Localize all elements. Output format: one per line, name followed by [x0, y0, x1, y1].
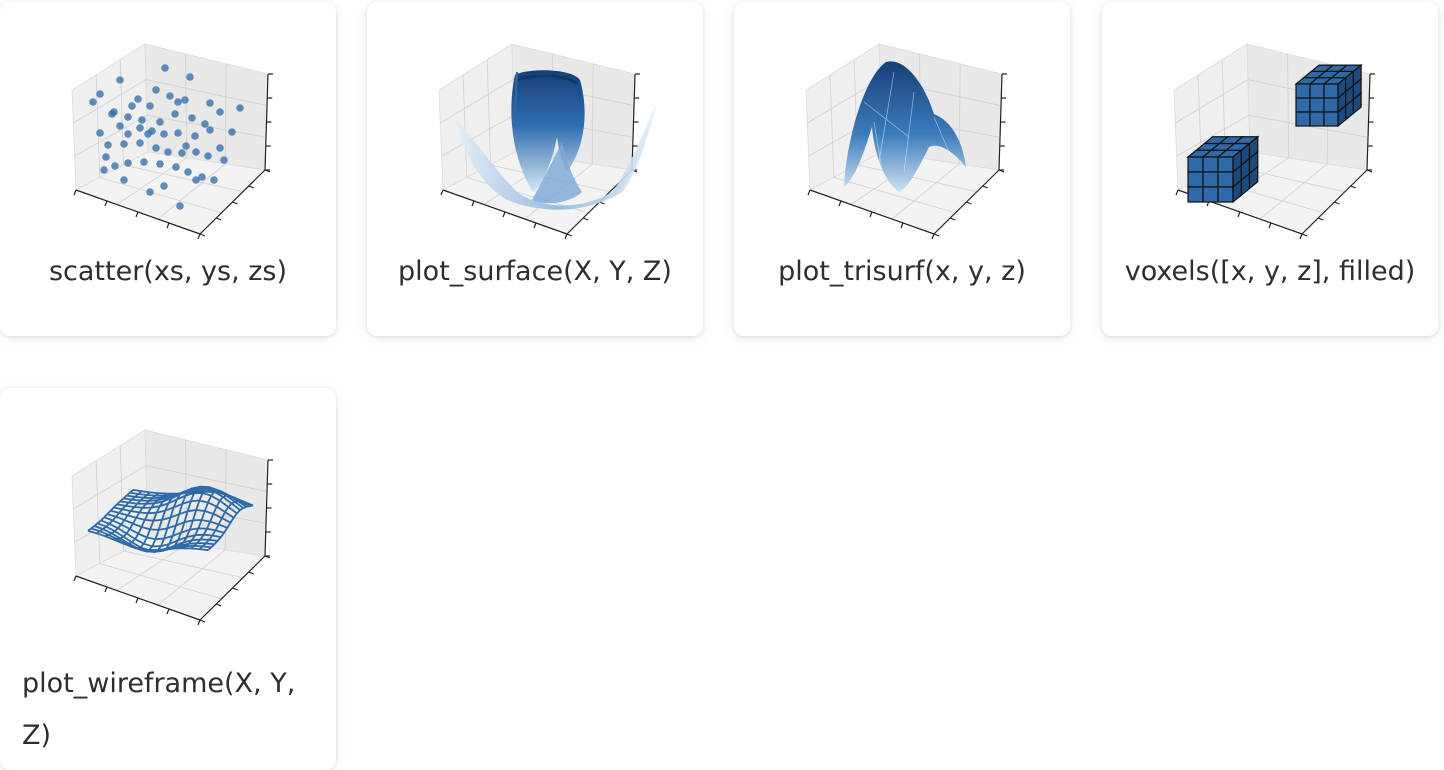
- scatter-point: [160, 130, 168, 138]
- card-caption: plot_trisurf(x, y, z): [778, 256, 1026, 287]
- scatter-point: [172, 163, 180, 171]
- wireframe-3d-thumbnail: [71, 429, 273, 626]
- card-caption: plot_surface(X, Y, Z): [398, 256, 672, 287]
- scatter-point: [171, 110, 179, 118]
- scatter-point: [188, 114, 196, 122]
- scatter-point: [152, 86, 160, 94]
- scatter-point: [124, 130, 132, 138]
- scatter-point: [140, 158, 148, 166]
- scatter-point: [216, 144, 224, 152]
- gallery-card-wireframe[interactable]: plot_wireframe(X, Y, Z): [0, 388, 336, 770]
- surface-3d-thumbnail: [438, 43, 657, 240]
- scatter-point: [174, 98, 182, 106]
- scatter-point: [192, 176, 200, 184]
- scatter-point: [216, 108, 224, 116]
- scatter-point: [186, 73, 194, 81]
- scatter-point: [124, 113, 132, 121]
- scatter-point: [96, 90, 104, 98]
- axes-3d-box: [71, 43, 273, 240]
- scatter-point: [138, 116, 146, 124]
- gallery-card-scatter[interactable]: scatter(xs, ys, zs): [0, 2, 336, 336]
- scatter-point: [96, 129, 104, 137]
- scatter-point: [156, 160, 164, 168]
- scatter-point: [136, 139, 144, 147]
- voxels-3d-thumbnail: [1173, 43, 1375, 240]
- scatter-point: [89, 98, 97, 106]
- scatter-point: [236, 104, 244, 112]
- gallery-card-surface[interactable]: plot_surface(X, Y, Z): [367, 2, 703, 336]
- scatter-point: [210, 176, 218, 184]
- scatter-point: [146, 102, 154, 110]
- scatter-point: [161, 64, 169, 72]
- scatter-point: [160, 182, 168, 190]
- scatter-point: [124, 159, 132, 167]
- gallery-card-voxels[interactable]: voxels([x, y, z], filled): [1102, 2, 1438, 336]
- scatter-point: [144, 130, 152, 138]
- scatter-point: [164, 148, 172, 156]
- scatter-point: [156, 118, 164, 126]
- scatter-point: [111, 162, 119, 170]
- scatter-point: [191, 132, 199, 140]
- gallery-card-trisurf[interactable]: plot_trisurf(x, y, z): [734, 2, 1070, 336]
- scatter-point: [182, 142, 190, 150]
- scatter-point: [201, 120, 209, 128]
- card-caption: scatter(xs, ys, zs): [48, 256, 288, 287]
- scatter-point: [220, 156, 228, 164]
- card-caption: voxels([x, y, z], filled): [1124, 256, 1416, 287]
- scatter-point: [206, 126, 214, 134]
- card-caption: plot_wireframe(X, Y, Z): [22, 668, 296, 751]
- scatter-point: [152, 144, 160, 152]
- scatter-point: [134, 95, 142, 103]
- scatter-point: [184, 168, 192, 176]
- scatter-point: [108, 110, 116, 118]
- scatter-point: [176, 202, 184, 210]
- scatter-point: [178, 149, 186, 157]
- trisurf-3d-thumbnail: [805, 43, 1007, 240]
- scatter-point: [204, 152, 212, 160]
- scatter-point: [128, 102, 136, 110]
- scatter-point: [102, 153, 110, 161]
- scatter-point: [228, 128, 236, 136]
- scatter-point: [206, 99, 214, 107]
- scatter-point: [104, 141, 112, 149]
- scatter-3d-thumbnail: [71, 43, 273, 240]
- scatter-point: [120, 176, 128, 184]
- scatter-point: [136, 124, 144, 132]
- scatter-point: [146, 188, 154, 196]
- scatter-point: [116, 122, 124, 130]
- scatter-point: [120, 140, 128, 148]
- scatter-point: [174, 129, 182, 137]
- scatter-point: [116, 76, 124, 84]
- scatter-point: [100, 166, 108, 174]
- scatter-point: [192, 148, 200, 156]
- scatter-point: [166, 92, 174, 100]
- scatter-point: [181, 96, 189, 104]
